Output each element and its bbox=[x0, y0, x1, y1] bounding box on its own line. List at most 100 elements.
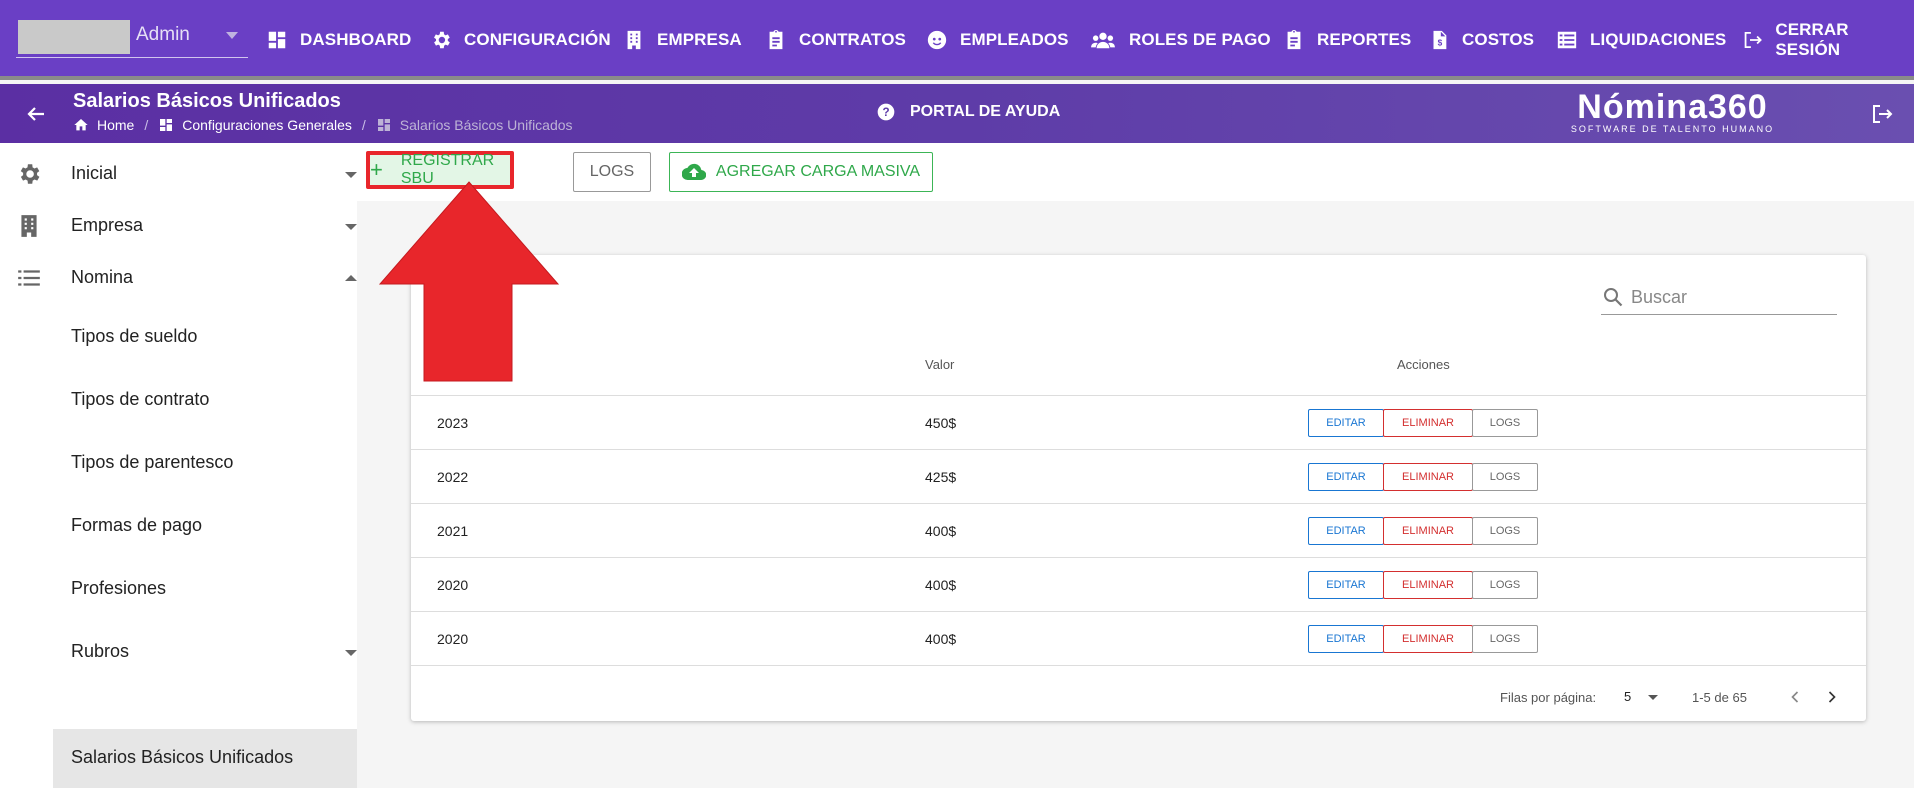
sidebar-subitem-tipos-contrato[interactable]: Tipos de contrato bbox=[53, 372, 357, 428]
nav-empresa[interactable]: EMPRESA bbox=[623, 24, 742, 56]
sidebar-item-nomina[interactable]: Nomina bbox=[0, 253, 357, 301]
face-icon bbox=[927, 30, 947, 50]
cloud-upload-icon bbox=[681, 163, 706, 181]
sbu-table-card: Valor Acciones 2023 450$ EDITAR ELIMINAR… bbox=[411, 255, 1866, 721]
chevron-down-icon[interactable] bbox=[1648, 695, 1658, 700]
sidebar-item-label: Inicial bbox=[71, 163, 118, 183]
edit-button[interactable]: EDITAR bbox=[1308, 625, 1384, 653]
table-row: 2021 400$ EDITAR ELIMINAR LOGS bbox=[411, 504, 1866, 558]
cell-value: 425$ bbox=[925, 469, 957, 485]
row-actions: EDITAR ELIMINAR LOGS bbox=[1308, 517, 1538, 545]
gear-icon bbox=[20, 164, 40, 184]
cell-year: 2021 bbox=[437, 523, 469, 539]
cell-year: 2020 bbox=[437, 631, 469, 647]
column-header-acciones: Acciones bbox=[1397, 357, 1450, 372]
edit-button[interactable]: EDITAR bbox=[1308, 517, 1384, 545]
sidebar-subitem-profesiones[interactable]: Profesiones bbox=[53, 561, 357, 617]
chevron-down-icon bbox=[345, 172, 357, 178]
sidebar-subitem-tipos-parentesco[interactable]: Tipos de parentesco bbox=[53, 435, 357, 491]
row-logs-button[interactable]: LOGS bbox=[1472, 409, 1538, 437]
cell-value: 400$ bbox=[925, 577, 957, 593]
row-logs-button[interactable]: LOGS bbox=[1472, 463, 1538, 491]
sidebar-subitem-label: Salarios Básicos Unificados bbox=[71, 747, 294, 767]
rows-per-page-select[interactable]: 5 bbox=[1624, 689, 1631, 704]
nav-configuracion-label: CONFIGURACIÓN bbox=[464, 30, 611, 49]
chevron-right-icon[interactable] bbox=[1822, 687, 1842, 707]
logs-button[interactable]: LOGS bbox=[573, 152, 651, 192]
edit-button[interactable]: EDITAR bbox=[1308, 409, 1384, 437]
nav-cerrar-label: CERRAR SESIÓN bbox=[1775, 20, 1849, 59]
home-icon bbox=[74, 119, 88, 131]
user-selector[interactable]: Admin bbox=[16, 18, 248, 58]
nav-dashboard-label: DASHBOARD bbox=[300, 30, 412, 49]
sidebar-subitem-rubros[interactable]: Rubros bbox=[53, 624, 357, 680]
logout-icon[interactable] bbox=[1870, 102, 1894, 126]
carga-masiva-label: AGREGAR CARGA MASIVA bbox=[715, 163, 921, 180]
list-icon bbox=[18, 270, 40, 286]
delete-button[interactable]: ELIMINAR bbox=[1383, 409, 1473, 437]
sidebar-item-label: Nomina bbox=[71, 267, 134, 287]
sidebar-subitem-tipos-sueldo[interactable]: Tipos de sueldo bbox=[53, 309, 357, 365]
page-header: Salarios Básicos Unificados Home / Confi… bbox=[0, 84, 1914, 143]
sidebar-subitem-sbu[interactable]: Salarios Básicos Unificados bbox=[53, 729, 357, 788]
row-logs-button[interactable]: LOGS bbox=[1472, 517, 1538, 545]
delete-button[interactable]: ELIMINAR bbox=[1383, 517, 1473, 545]
cell-year: 2020 bbox=[437, 577, 469, 593]
table-row: 2022 425$ EDITAR ELIMINAR LOGS bbox=[411, 450, 1866, 504]
chevron-up-icon bbox=[345, 275, 357, 281]
chevron-down-icon bbox=[345, 224, 357, 230]
edit-button[interactable]: EDITAR bbox=[1308, 463, 1384, 491]
sidebar-subitem-label: Tipos de parentesco bbox=[71, 452, 234, 472]
carga-masiva-button[interactable]: AGREGAR CARGA MASIVA bbox=[669, 152, 933, 192]
nav-contratos[interactable]: CONTRATOS bbox=[765, 24, 906, 56]
nav-empleados[interactable]: EMPLEADOS bbox=[926, 24, 1069, 56]
list-icon bbox=[1557, 31, 1577, 49]
sidebar: Inicial Empresa Nomina Tipos de sueldo T… bbox=[0, 143, 357, 788]
edit-button[interactable]: EDITAR bbox=[1308, 571, 1384, 599]
search-input[interactable] bbox=[1631, 283, 1831, 311]
row-actions: EDITAR ELIMINAR LOGS bbox=[1308, 571, 1538, 599]
action-toolbar: + REGISTRAR SBU LOGS AGREGAR CARGA MASIV… bbox=[357, 143, 1914, 201]
breadcrumb-config[interactable]: Configuraciones Generales bbox=[182, 117, 352, 133]
table-row: 2020 400$ EDITAR ELIMINAR LOGS bbox=[411, 558, 1866, 612]
chevron-down-icon bbox=[345, 650, 357, 656]
user-avatar-placeholder bbox=[18, 20, 130, 54]
nav-configuracion[interactable]: CONFIGURACIÓN bbox=[430, 24, 611, 56]
row-logs-button[interactable]: LOGS bbox=[1472, 571, 1538, 599]
help-portal-link[interactable]: ? PORTAL DE AYUDA bbox=[876, 102, 1060, 122]
nav-liquidaciones[interactable]: LIQUIDACIONES bbox=[1556, 24, 1726, 56]
sidebar-item-empresa[interactable]: Empresa bbox=[0, 201, 357, 249]
building-icon bbox=[21, 215, 37, 237]
users-icon bbox=[1091, 32, 1115, 49]
sidebar-subitem-formas-pago[interactable]: Formas de pago bbox=[53, 498, 357, 554]
sidebar-item-label: Empresa bbox=[71, 215, 144, 235]
cell-year: 2022 bbox=[437, 469, 469, 485]
svg-text:$: $ bbox=[1438, 39, 1443, 48]
nav-cerrar-sesion[interactable]: CERRAR SESIÓN bbox=[1742, 20, 1914, 59]
table-row: 2020 400$ EDITAR ELIMINAR LOGS bbox=[411, 612, 1866, 666]
nav-costos-label: COSTOS bbox=[1462, 30, 1535, 49]
row-logs-button[interactable]: LOGS bbox=[1472, 625, 1538, 653]
nav-roles-de-pago[interactable]: ROLES DE PAGO bbox=[1089, 24, 1271, 56]
sidebar-item-inicial[interactable]: Inicial bbox=[0, 149, 357, 197]
nav-dashboard[interactable]: DASHBOARD bbox=[266, 24, 411, 56]
cell-value: 450$ bbox=[925, 415, 957, 431]
sidebar-subitem-label: Profesiones bbox=[71, 578, 167, 598]
delete-button[interactable]: ELIMINAR bbox=[1383, 625, 1473, 653]
back-arrow-icon[interactable] bbox=[24, 102, 48, 126]
chevron-down-icon bbox=[226, 32, 238, 39]
nav-costos[interactable]: $ COSTOS bbox=[1428, 24, 1534, 56]
nav-reportes[interactable]: REPORTES bbox=[1283, 24, 1411, 56]
help-portal-label: PORTAL DE AYUDA bbox=[910, 103, 1061, 120]
logout-icon bbox=[1744, 32, 1762, 48]
logs-button-label: LOGS bbox=[589, 163, 635, 180]
delete-button[interactable]: ELIMINAR bbox=[1383, 571, 1473, 599]
breadcrumb: Home / Configuraciones Generales / Salar… bbox=[73, 117, 573, 133]
breadcrumb-home[interactable]: Home bbox=[97, 117, 134, 133]
chevron-left-icon[interactable] bbox=[1785, 687, 1805, 707]
column-header-valor: Valor bbox=[925, 357, 955, 372]
brand-logo: Nómina360 SOFTWARE DE TALENTO HUMANO bbox=[1570, 88, 1775, 134]
delete-button[interactable]: ELIMINAR bbox=[1383, 463, 1473, 491]
clipboard-icon bbox=[769, 29, 783, 50]
table-row: 2023 450$ EDITAR ELIMINAR LOGS bbox=[411, 396, 1866, 450]
